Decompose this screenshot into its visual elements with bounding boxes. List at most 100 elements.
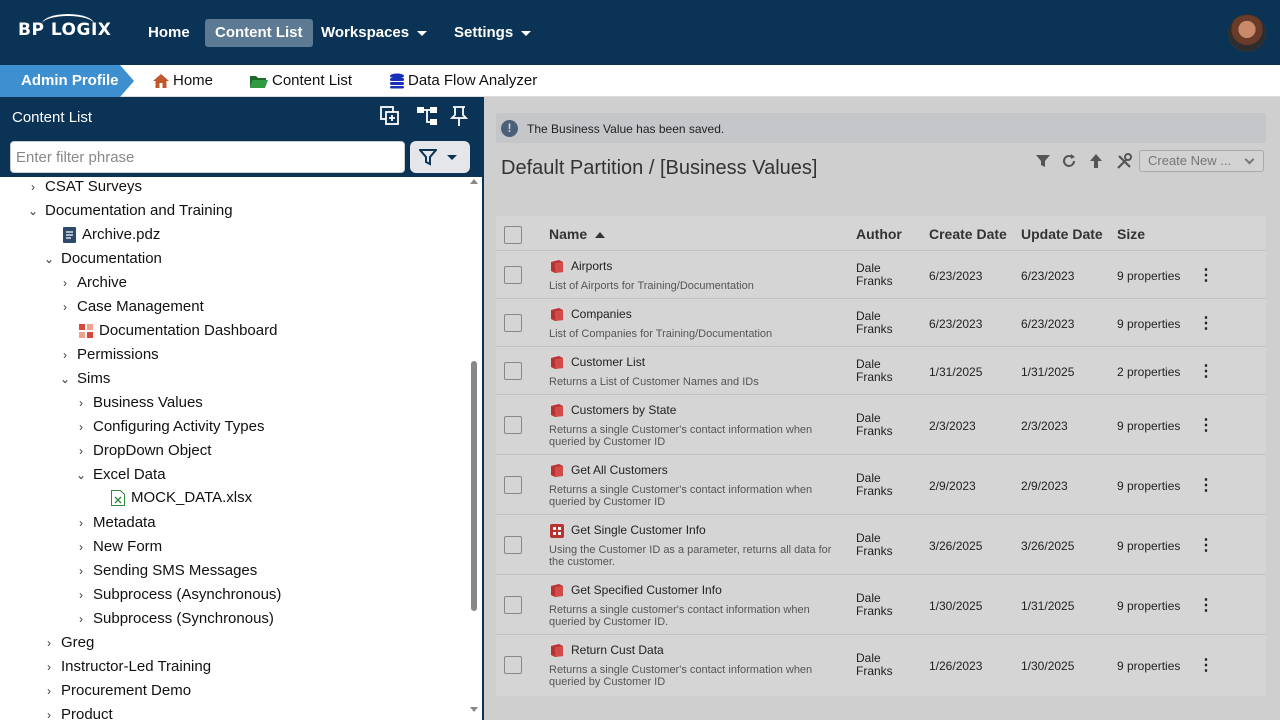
tree-item-instructor-led-training[interactable]: › Instructor-Led Training — [43, 655, 211, 679]
chevron-right-icon: › — [63, 276, 67, 290]
tree-item-subprocess-sync[interactable]: › Subprocess (Synchronous) — [75, 607, 274, 631]
column-header-author[interactable]: Author — [856, 226, 902, 242]
table-row[interactable]: Airports List of Airports for Training/D… — [496, 250, 1266, 298]
tree-item-business-values[interactable]: › Business Values — [75, 391, 203, 415]
bp-logix-logo[interactable]: BP LOGIX — [18, 14, 111, 40]
tools-icon[interactable] — [1116, 153, 1133, 170]
row-update-date: 2/9/2023 — [1021, 479, 1068, 493]
tree-item-procurement-demo[interactable]: › Procurement Demo — [43, 679, 191, 703]
row-name[interactable]: Get Single Customer Info — [571, 523, 706, 537]
column-header-update-date[interactable]: Update Date — [1021, 226, 1103, 242]
arrow-up-icon[interactable] — [1089, 153, 1103, 169]
table-row[interactable]: Get Specified Customer Info Returns a si… — [496, 574, 1266, 634]
tree-item-dropdown-object[interactable]: › DropDown Object — [75, 439, 211, 463]
tree-item-archive-pdz[interactable]: Archive.pdz — [63, 223, 160, 247]
table-row[interactable]: Return Cust Data Returns a single Custom… — [496, 634, 1266, 694]
tree-item-label: Greg — [61, 634, 95, 651]
tree-item-documentation[interactable]: ⌄ Documentation — [43, 247, 162, 271]
nav-settings[interactable]: Settings — [444, 19, 541, 47]
tree-item-sending-sms-messages[interactable]: › Sending SMS Messages — [75, 559, 257, 583]
row-name[interactable]: Customer List — [571, 355, 645, 369]
tree-item-subprocess-async[interactable]: › Subprocess (Asynchronous) — [75, 583, 281, 607]
nav-workspaces[interactable]: Workspaces — [311, 19, 437, 47]
user-avatar[interactable] — [1228, 14, 1266, 52]
scroll-down-arrow-icon[interactable] — [470, 707, 478, 712]
tree-item-label: New Form — [93, 538, 163, 555]
row-name[interactable]: Get Specified Customer Info — [571, 583, 722, 597]
row-checkbox[interactable] — [504, 476, 522, 494]
filter-input[interactable] — [10, 141, 405, 173]
filter-icon[interactable] — [1035, 153, 1051, 169]
tree-item-new-form[interactable]: › New Form — [75, 535, 162, 559]
row-name[interactable]: Customers by State — [571, 403, 676, 417]
row-description: Using the Customer ID as a parameter, re… — [549, 544, 832, 568]
refresh-icon[interactable] — [1061, 153, 1077, 169]
tree-item-greg[interactable]: › Greg — [43, 631, 94, 655]
scroll-up-arrow-icon[interactable] — [470, 179, 478, 184]
nav-content-list[interactable]: Content List — [205, 19, 313, 47]
create-new-dropdown[interactable]: Create New ... — [1139, 150, 1264, 172]
tree-item-sims[interactable]: ⌄ Sims — [59, 367, 110, 391]
row-checkbox[interactable] — [504, 314, 522, 332]
row-more-menu-icon[interactable]: ⋮ — [1198, 361, 1214, 381]
tree-item-csat-surveys[interactable]: › CSAT Surveys — [27, 177, 142, 199]
table-row[interactable]: Get All Customers Returns a single Custo… — [496, 454, 1266, 514]
row-name[interactable]: Companies — [571, 307, 632, 321]
row-more-menu-icon[interactable]: ⋮ — [1198, 415, 1214, 435]
tree-item-excel-data[interactable]: ⌄ Excel Data — [75, 463, 166, 487]
tree-item-label: Subprocess (Synchronous) — [93, 610, 274, 627]
tree-item-documentation-dashboard[interactable]: Documentation Dashboard — [79, 319, 277, 343]
row-create-date: 6/23/2023 — [929, 317, 983, 331]
row-checkbox[interactable] — [504, 266, 522, 284]
admin-profile-tab[interactable]: Admin Profile — [0, 65, 134, 97]
row-more-menu-icon[interactable]: ⋮ — [1198, 265, 1214, 285]
tree-item-archive[interactable]: › Archive — [59, 271, 127, 295]
row-name[interactable]: Get All Customers — [571, 463, 668, 477]
select-all-checkbox[interactable] — [504, 226, 522, 244]
breadcrumb-data-flow-analyzer[interactable]: Data Flow Analyzer — [389, 65, 537, 97]
row-size: 9 properties — [1117, 317, 1181, 331]
row-checkbox[interactable] — [504, 416, 522, 434]
row-name[interactable]: Return Cust Data — [571, 643, 664, 657]
table-row[interactable]: Companies List of Companies for Training… — [496, 298, 1266, 346]
breadcrumb-home[interactable]: Home — [152, 65, 213, 97]
content-list-title: Content List — [12, 109, 93, 126]
column-header-create-date[interactable]: Create Date — [929, 226, 1007, 242]
tree-item-case-management[interactable]: › Case Management — [59, 295, 204, 319]
tree-item-label: Metadata — [93, 514, 156, 531]
row-more-menu-icon[interactable]: ⋮ — [1198, 595, 1214, 615]
filter-dropdown-button[interactable] — [410, 141, 470, 173]
row-more-menu-icon[interactable]: ⋮ — [1198, 655, 1214, 675]
tree-item-documentation-and-training[interactable]: ⌄ Documentation and Training — [27, 199, 233, 223]
column-header-name[interactable]: Name — [549, 226, 606, 242]
row-more-menu-icon[interactable]: ⋮ — [1198, 535, 1214, 555]
table-row[interactable]: Customer List Returns a List of Customer… — [496, 346, 1266, 394]
tree-scrollbar[interactable] — [469, 177, 481, 720]
tree-item-configuring-activity-types[interactable]: › Configuring Activity Types — [75, 415, 264, 439]
row-checkbox[interactable] — [504, 656, 522, 674]
tree-item-metadata[interactable]: › Metadata — [75, 511, 156, 535]
scrollbar-thumb[interactable] — [471, 361, 477, 611]
row-description: Returns a single Customer's contact info… — [549, 484, 813, 508]
table-row[interactable]: Customers by State Returns a single Cust… — [496, 394, 1266, 454]
breadcrumb-content-list[interactable]: Content List — [249, 65, 352, 97]
pin-icon[interactable] — [448, 105, 470, 127]
row-more-menu-icon[interactable]: ⋮ — [1198, 313, 1214, 333]
tree-item-product[interactable]: › Product — [43, 703, 113, 720]
column-header-size[interactable]: Size — [1117, 226, 1145, 242]
nav-home[interactable]: Home — [138, 19, 200, 47]
row-size: 9 properties — [1117, 599, 1181, 613]
chevron-down-icon — [447, 155, 457, 160]
row-name[interactable]: Airports — [571, 259, 612, 273]
add-copy-icon[interactable] — [379, 105, 401, 127]
table-row[interactable]: Get Single Customer Info Using the Custo… — [496, 514, 1266, 574]
row-checkbox[interactable] — [504, 536, 522, 554]
row-more-menu-icon[interactable]: ⋮ — [1198, 475, 1214, 495]
tree-structure-icon[interactable] — [416, 105, 438, 127]
excel-file-icon — [111, 490, 125, 507]
tree-item-permissions[interactable]: › Permissions — [59, 343, 159, 367]
nav-content-list-label: Content List — [215, 24, 303, 41]
row-checkbox[interactable] — [504, 362, 522, 380]
tree-item-mock-data-xlsx[interactable]: MOCK_DATA.xlsx — [111, 486, 252, 510]
row-checkbox[interactable] — [504, 596, 522, 614]
